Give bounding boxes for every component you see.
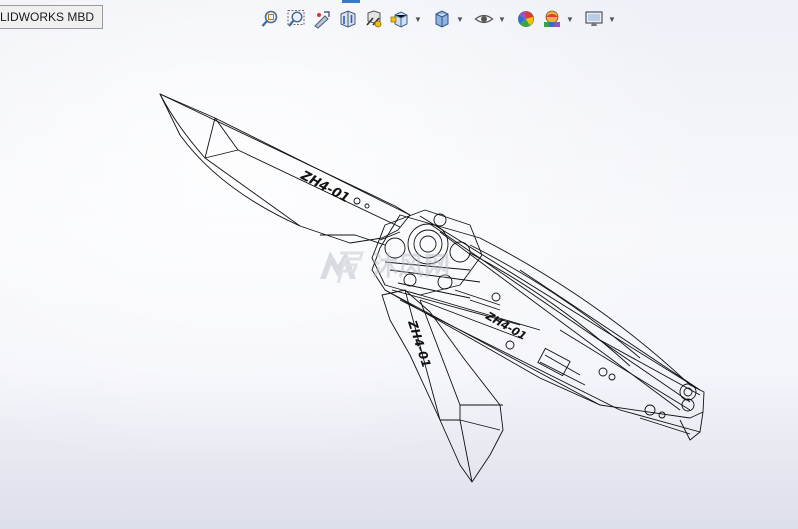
hide-show-items-icon [474,14,494,24]
zoom-to-area-button[interactable] [284,7,308,31]
view-settings-icon [585,11,603,26]
view-settings-dropdown-arrow[interactable]: ▼ [608,7,616,31]
heads-up-view-toolbar: ▼ ▼ ▼ ▼ ▼ [258,6,616,32]
dynamic-annotation-button[interactable] [362,7,386,31]
handle-engraving-text: ZH4-01 [483,309,529,343]
view-orientation-button[interactable] [388,7,412,31]
zoom-to-area-icon [287,10,305,27]
view-orientation-icon [390,11,408,28]
watermark-text: 沐风网 [372,252,450,282]
section-view-icon [340,10,356,28]
tab-label: LIDWORKS MBD [0,10,95,24]
watermark-logo: 沐风网 [320,251,450,284]
display-style-dropdown-arrow[interactable]: ▼ [456,7,464,31]
hide-show-items-button[interactable] [472,7,496,31]
edit-appearance-icon [518,11,534,27]
dynamic-annotation-icon [366,10,382,28]
solidworks-mbd-tab[interactable]: LIDWORKS MBD [0,5,104,29]
display-style-icon [435,10,449,28]
zoom-to-fit-icon [261,10,278,27]
blade-engraving-text: ZH4-01 [297,168,352,207]
apply-scene-button[interactable] [540,7,564,31]
previous-view-icon [314,11,330,29]
section-view-button[interactable] [336,7,360,31]
view-orientation-dropdown-arrow[interactable]: ▼ [414,7,422,31]
graphics-viewport[interactable]: LIDWORKS MBD ▼ ▼ ▼ ▼ ▼ ZH4-01 ZH4-01 ZH4… [0,0,798,529]
display-style-button[interactable] [430,7,454,31]
active-tool-indicator [342,0,360,3]
apply-scene-icon [544,10,560,27]
view-settings-button[interactable] [582,7,606,31]
previous-view-button[interactable] [310,7,334,31]
watermark-mf-icon [320,251,365,284]
edit-appearance-button[interactable] [514,7,538,31]
zoom-to-fit-button[interactable] [258,7,282,31]
apply-scene-dropdown-arrow[interactable]: ▼ [566,7,574,31]
hide-show-items-dropdown-arrow[interactable]: ▼ [498,7,506,31]
